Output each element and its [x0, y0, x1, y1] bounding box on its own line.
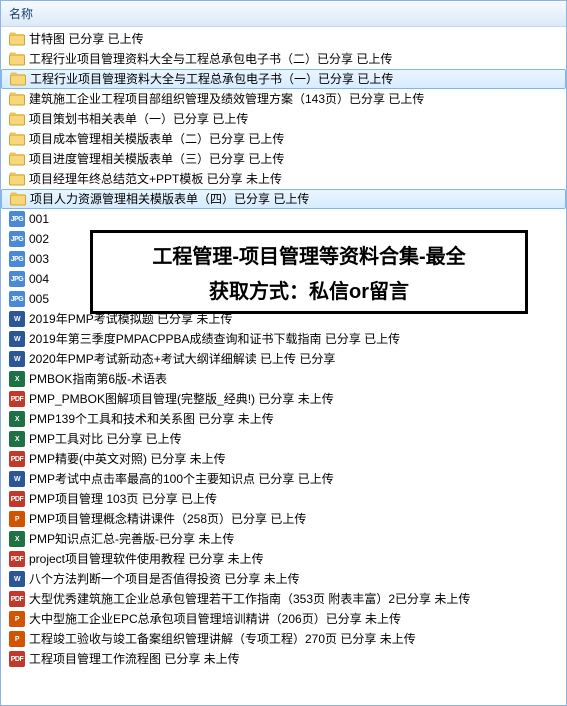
doc-icon: W: [9, 351, 25, 367]
promo-overlay: 工程管理-项目管理等资料合集-最全 获取方式：私信or留言: [90, 230, 528, 314]
jpg-icon: JPG: [9, 231, 25, 247]
list-item[interactable]: 项目经理年终总结范文+PPT模板 已分享 未上传: [1, 169, 566, 189]
item-label: 大中型施工企业EPC总承包项目管理培训精讲（206页）已分享 未上传: [29, 609, 401, 629]
item-label: 大型优秀建筑施工企业总承包管理若干工作指南（353页 附表丰富）2已分享 未上传: [29, 589, 470, 609]
item-label: 2020年PMP考试新动态+考试大纲详细解读 已上传 已分享: [29, 349, 335, 369]
folder-icon: [9, 111, 25, 127]
folder-icon: [9, 31, 25, 47]
folder-icon: [9, 151, 25, 167]
item-label: 项目人力资源管理相关模版表单（四）已分享 已上传: [30, 189, 309, 209]
item-label: 甘特图 已分享 已上传: [29, 29, 144, 49]
list-item[interactable]: W八个方法判断一个项目是否值得投资 已分享 未上传: [1, 569, 566, 589]
item-label: 八个方法判断一个项目是否值得投资 已分享 未上传: [29, 569, 300, 589]
list-item[interactable]: XPMP知识点汇总-完善版-已分享 未上传: [1, 529, 566, 549]
jpg-icon: JPG: [9, 291, 25, 307]
item-label: 项目进度管理相关模版表单（三）已分享 已上传: [29, 149, 284, 169]
item-label: PMBOK指南第6版-术语表: [29, 369, 167, 389]
list-item[interactable]: PDFPMP_PMBOK图解项目管理(完整版_经典!) 已分享 未上传: [1, 389, 566, 409]
item-label: 工程行业项目管理资料大全与工程总承包电子书（一）已分享 已上传: [30, 69, 393, 89]
list-item[interactable]: 项目成本管理相关模版表单（二）已分享 已上传: [1, 129, 566, 149]
xls-icon: X: [9, 411, 25, 427]
item-label: project项目管理软件使用教程 已分享 未上传: [29, 549, 264, 569]
list-item[interactable]: 项目人力资源管理相关模版表单（四）已分享 已上传: [1, 189, 566, 209]
item-label: 2019年第三季度PMPACPPBA成绩查询和证书下载指南 已分享 已上传: [29, 329, 400, 349]
item-label: 项目策划书相关表单（一）已分享 已上传: [29, 109, 248, 129]
folder-icon: [9, 131, 25, 147]
list-item[interactable]: 建筑施工企业工程项目部组织管理及绩效管理方案（143页）已分享 已上传: [1, 89, 566, 109]
folder-icon: [9, 91, 25, 107]
list-item[interactable]: W2020年PMP考试新动态+考试大纲详细解读 已上传 已分享: [1, 349, 566, 369]
item-label: PMP139个工具和技术和关系图 已分享 未上传: [29, 409, 274, 429]
list-item[interactable]: PPMP项目管理概念精讲课件（258页）已分享 已上传: [1, 509, 566, 529]
list-item[interactable]: 甘特图 已分享 已上传: [1, 29, 566, 49]
list-item[interactable]: 工程行业项目管理资料大全与工程总承包电子书（二）已分享 已上传: [1, 49, 566, 69]
item-label: 工程竣工验收与竣工备案组织管理讲解（专项工程）270页 已分享 未上传: [29, 629, 416, 649]
item-label: 项目经理年终总结范文+PPT模板 已分享 未上传: [29, 169, 282, 189]
xls-icon: X: [9, 431, 25, 447]
promo-line2: 获取方式：私信or留言: [209, 275, 409, 304]
jpg-icon: JPG: [9, 271, 25, 287]
item-label: 工程项目管理工作流程图 已分享 未上传: [29, 649, 240, 669]
item-label: PMP考试中点击率最高的100个主要知识点 已分享 已上传: [29, 469, 334, 489]
promo-line1: 工程管理-项目管理等资料合集-最全: [152, 240, 465, 269]
list-item[interactable]: PDFPMP精要(中英文对照) 已分享 未上传: [1, 449, 566, 469]
item-label: PMP工具对比 已分享 已上传: [29, 429, 182, 449]
list-item[interactable]: 项目策划书相关表单（一）已分享 已上传: [1, 109, 566, 129]
list-item[interactable]: XPMP工具对比 已分享 已上传: [1, 429, 566, 449]
list-item[interactable]: 项目进度管理相关模版表单（三）已分享 已上传: [1, 149, 566, 169]
jpg-icon: JPG: [9, 251, 25, 267]
list-item[interactable]: PDFproject项目管理软件使用教程 已分享 未上传: [1, 549, 566, 569]
item-label: PMP项目管理 103页 已分享 已上传: [29, 489, 217, 509]
file-list: 甘特图 已分享 已上传工程行业项目管理资料大全与工程总承包电子书（二）已分享 已…: [1, 27, 566, 671]
item-label: 002: [29, 229, 49, 249]
list-item[interactable]: W2019年第三季度PMPACPPBA成绩查询和证书下载指南 已分享 已上传: [1, 329, 566, 349]
column-header[interactable]: 名称: [1, 1, 566, 27]
pdf-icon: PDF: [9, 451, 25, 467]
pdf-icon: PDF: [9, 651, 25, 667]
list-item[interactable]: XPMBOK指南第6版-术语表: [1, 369, 566, 389]
pdf-icon: PDF: [9, 551, 25, 567]
ppt-icon: P: [9, 511, 25, 527]
doc-icon: W: [9, 331, 25, 347]
ppt-icon: P: [9, 631, 25, 647]
doc-icon: W: [9, 571, 25, 587]
pdf-icon: PDF: [9, 491, 25, 507]
pdf-icon: PDF: [9, 391, 25, 407]
list-item[interactable]: WPMP考试中点击率最高的100个主要知识点 已分享 已上传: [1, 469, 566, 489]
item-label: 建筑施工企业工程项目部组织管理及绩效管理方案（143页）已分享 已上传: [29, 89, 424, 109]
item-label: PMP精要(中英文对照) 已分享 未上传: [29, 449, 226, 469]
list-item[interactable]: P大中型施工企业EPC总承包项目管理培训精讲（206页）已分享 未上传: [1, 609, 566, 629]
item-label: PMP项目管理概念精讲课件（258页）已分享 已上传: [29, 509, 306, 529]
folder-icon: [9, 51, 25, 67]
list-item[interactable]: XPMP139个工具和技术和关系图 已分享 未上传: [1, 409, 566, 429]
item-label: PMP_PMBOK图解项目管理(完整版_经典!) 已分享 未上传: [29, 389, 334, 409]
doc-icon: W: [9, 471, 25, 487]
item-label: 004: [29, 269, 49, 289]
jpg-icon: JPG: [9, 211, 25, 227]
item-label: 项目成本管理相关模版表单（二）已分享 已上传: [29, 129, 284, 149]
item-label: 工程行业项目管理资料大全与工程总承包电子书（二）已分享 已上传: [29, 49, 392, 69]
item-label: 003: [29, 249, 49, 269]
folder-icon: [9, 171, 25, 187]
item-label: PMP知识点汇总-完善版-已分享 未上传: [29, 529, 234, 549]
item-label: 001: [29, 209, 49, 229]
folder-icon: [10, 71, 26, 87]
pdf-icon: PDF: [9, 591, 25, 607]
xls-icon: X: [9, 371, 25, 387]
ppt-icon: P: [9, 611, 25, 627]
list-item[interactable]: PDF大型优秀建筑施工企业总承包管理若干工作指南（353页 附表丰富）2已分享 …: [1, 589, 566, 609]
list-item[interactable]: JPG001: [1, 209, 566, 229]
column-header-label: 名称: [9, 5, 33, 22]
list-item[interactable]: 工程行业项目管理资料大全与工程总承包电子书（一）已分享 已上传: [1, 69, 566, 89]
xls-icon: X: [9, 531, 25, 547]
folder-icon: [10, 191, 26, 207]
list-item[interactable]: PDF工程项目管理工作流程图 已分享 未上传: [1, 649, 566, 669]
doc-icon: W: [9, 311, 25, 327]
item-label: 005: [29, 289, 49, 309]
list-item[interactable]: PDFPMP项目管理 103页 已分享 已上传: [1, 489, 566, 509]
list-item[interactable]: P工程竣工验收与竣工备案组织管理讲解（专项工程）270页 已分享 未上传: [1, 629, 566, 649]
